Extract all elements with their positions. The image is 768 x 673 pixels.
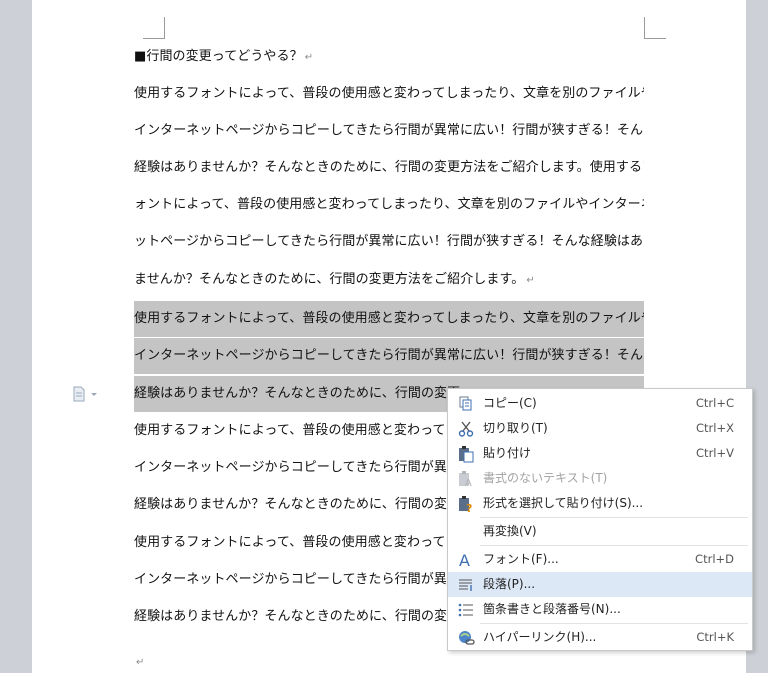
menu-item-cut[interactable]: 切り取り(T) Ctrl+X (448, 416, 752, 441)
hyperlink-icon (457, 629, 475, 647)
menu-separator (480, 545, 748, 546)
paragraph-mark: ↵ (136, 657, 145, 668)
menu-item-bullets-numbering[interactable]: 箇条書きと段落番号(N)... (448, 597, 752, 622)
menu-item-paste-special[interactable]: ? 形式を選択して貼り付け(S)... (448, 491, 752, 516)
svg-text:?: ? (466, 502, 472, 513)
paragraph-mark: ↵ (526, 275, 535, 286)
menu-item-hyperlink[interactable]: ハイパーリンク(H)... Ctrl+K (448, 625, 752, 650)
paste-special-icon: ? (457, 495, 475, 515)
paragraph-options-icon[interactable] (72, 386, 100, 402)
selected-text-line[interactable]: インターネットページからコピーしてきたら行間が異常に広い！行間が狭すぎる！そんな (134, 338, 644, 374)
text-line[interactable]: ットページからコピーしてきたら行間が異常に広い！行間が狭すぎる！そんな経験はあり (134, 224, 644, 260)
copy-icon (457, 395, 475, 413)
scissors-icon (457, 420, 475, 438)
paste-text-icon: A (457, 470, 475, 489)
text-line[interactable]: ませんか？そんなときのために、行間の変更方法をご紹介します。 ↵ (134, 262, 644, 298)
menu-item-reconvert[interactable]: 再変換(V) (448, 519, 752, 544)
text-line[interactable]: ォントによって、普段の使用感と変わってしまったり、文章を別のファイルやインターネ (134, 187, 644, 223)
context-menu: コピー(C) Ctrl+C 切り取り(T) Ctrl+X 貼り付け Ctrl+V… (447, 388, 753, 651)
paragraph-mark: ↵ (304, 52, 314, 63)
page-margin-corner-top-left (143, 17, 165, 39)
selected-text-line[interactable]: 使用するフォントによって、普段の使用感と変わってしまったり、文章を別のファイルや (134, 301, 644, 337)
menu-item-paste-text: A 書式のないテキスト(T) (448, 466, 752, 491)
menu-item-copy[interactable]: コピー(C) Ctrl+C (448, 391, 752, 416)
text-line[interactable]: 経験はありませんか？そんなときのために、行間の変更方法をご紹介します。使用するフ (134, 150, 644, 186)
text-line[interactable]: インターネットページからコピーしてきたら行間が異常に広い！行間が狭すぎる！そんな (134, 113, 644, 149)
menu-separator (480, 517, 748, 518)
menu-item-font[interactable]: A フォント(F)... Ctrl+D (448, 547, 752, 572)
menu-item-paragraph[interactable]: 段落(P)... (448, 572, 752, 597)
paragraph-icon (457, 576, 475, 594)
svg-text:A: A (465, 478, 472, 488)
menu-item-paste[interactable]: 貼り付け Ctrl+V (448, 441, 752, 466)
list-icon (457, 601, 475, 619)
text-line[interactable]: 使用するフォントによって、普段の使用感と変わってしまったり、文章を別のファイルや (134, 76, 644, 112)
page-margin-corner-top-right (644, 17, 666, 39)
heading-line[interactable]: ■行間の変更ってどうやる？ ↵ (134, 39, 644, 75)
paste-icon (457, 445, 475, 463)
menu-separator (480, 623, 748, 624)
svg-text:A: A (459, 551, 470, 569)
font-icon: A (457, 551, 475, 570)
